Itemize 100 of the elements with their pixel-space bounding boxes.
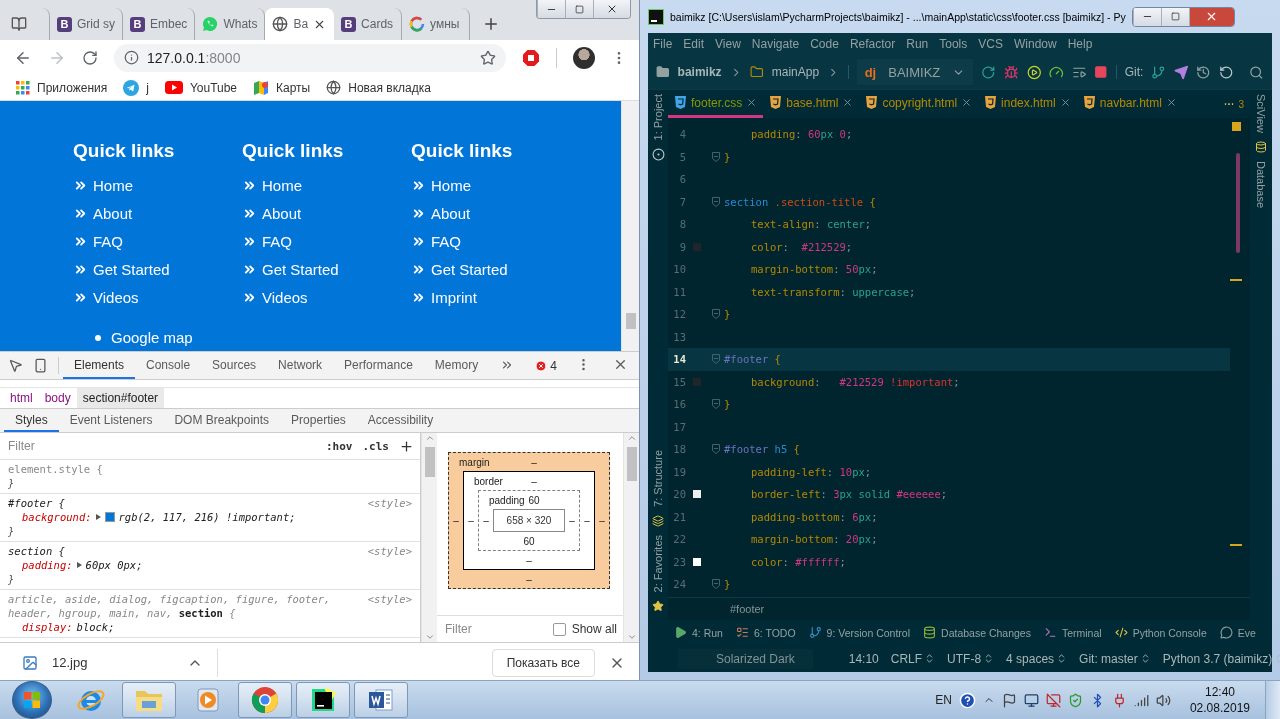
status-item[interactable]: 14:10 (848, 651, 879, 666)
editor-tab[interactable]: index.html (978, 90, 1077, 118)
tool-window-button[interactable]: Database Changes (923, 626, 1031, 639)
scrollbar-thumb[interactable] (626, 447, 637, 481)
close-icon[interactable] (842, 97, 854, 108)
close-icon[interactable] (613, 357, 628, 372)
panel-tab[interactable]: Event Listeners (58, 409, 164, 432)
octagon-icon[interactable] (522, 48, 540, 67)
help-icon[interactable] (958, 691, 976, 709)
menu-item[interactable]: Tools (939, 37, 968, 51)
rule-source[interactable]: <style> (367, 544, 412, 558)
footer-link[interactable]: Get Started (262, 260, 339, 278)
fold-icon[interactable] (712, 444, 720, 455)
maximize-button[interactable] (1160, 7, 1189, 26)
flag-icon[interactable] (1001, 692, 1017, 708)
tool-window-tab[interactable]: Database (1255, 160, 1267, 209)
panel-tab[interactable]: Properties (280, 409, 357, 432)
inspect-icon[interactable] (8, 358, 23, 373)
menu-item[interactable]: Refactor (849, 37, 896, 51)
arrow-down-icon[interactable] (626, 632, 637, 642)
footer-link[interactable]: Google map (111, 329, 193, 346)
add-rule-icon[interactable] (399, 438, 414, 454)
chrome-icon[interactable] (250, 685, 280, 715)
tool-window-tab[interactable]: SciView (1255, 94, 1267, 133)
scrollbar[interactable] (621, 101, 639, 351)
book-icon[interactable] (11, 16, 27, 32)
status-item[interactable]: Git: master (1079, 651, 1151, 666)
minimize-button[interactable] (1132, 7, 1161, 26)
clock[interactable]: 12:40 02.08.2019 (1189, 684, 1250, 716)
close-button[interactable] (1188, 7, 1234, 26)
footer-link[interactable]: FAQ (93, 232, 123, 250)
shield-icon[interactable] (1067, 692, 1083, 708)
tool-window-button[interactable]: 6: TODO (735, 626, 796, 639)
refresh-icon[interactable] (981, 64, 996, 80)
footer-link[interactable]: Home (431, 176, 471, 194)
devtools-tab[interactable]: Elements (63, 352, 136, 379)
tool-window-button[interactable]: Python Console (1114, 626, 1207, 639)
cls-toggle[interactable]: .cls (362, 439, 389, 453)
menu-item[interactable]: View (715, 37, 741, 51)
footer-link[interactable]: Imprint (431, 288, 477, 306)
footer-link[interactable]: Videos (93, 288, 139, 306)
scrollbar-thumb[interactable] (424, 447, 435, 477)
fold-icon[interactable] (712, 196, 720, 207)
arrow-up-icon[interactable] (424, 433, 435, 443)
footer-link[interactable]: Home (93, 176, 133, 194)
menu-item[interactable]: Navigate (751, 37, 800, 51)
expand-icon[interactable] (95, 514, 101, 520)
reload-icon[interactable] (82, 49, 98, 66)
stop-icon[interactable] (1094, 65, 1108, 79)
checkbox[interactable] (552, 622, 566, 636)
fold-icon[interactable] (712, 354, 720, 365)
close-icon[interactable] (746, 97, 758, 108)
gauge-icon[interactable] (1049, 64, 1064, 80)
close-icon[interactable] (1059, 97, 1071, 108)
fold-icon[interactable] (712, 309, 720, 320)
scrollbar[interactable] (421, 433, 437, 642)
editor-tab[interactable]: navbar.html (1076, 90, 1183, 118)
bug-icon[interactable] (1003, 64, 1019, 80)
panel-tab[interactable]: Accessibility (356, 409, 445, 432)
address-bar[interactable]: 127.0.0.1:8000 (114, 43, 506, 72)
panel-tab[interactable]: DOM Breakpoints (163, 409, 281, 432)
undo-icon[interactable] (1218, 64, 1234, 80)
browser-tab[interactable]: Ba (265, 8, 335, 40)
panel-tab[interactable]: Styles (4, 409, 59, 432)
arrow-up-icon[interactable] (626, 433, 637, 443)
taskbar-button[interactable] (296, 682, 350, 718)
hov-toggle[interactable]: :hov (326, 439, 353, 453)
run-config-dropdown[interactable]: dj BAIMIKZ (856, 59, 974, 85)
bookmark[interactable]: Приложения (16, 80, 108, 95)
monitor-icon[interactable] (1045, 692, 1061, 708)
scrollbar[interactable] (623, 433, 639, 642)
footer-link[interactable]: Get Started (93, 260, 170, 278)
status-item[interactable]: UTF-8 (947, 651, 995, 666)
close-icon[interactable] (1165, 97, 1177, 108)
show-all-button[interactable]: Показать все (491, 648, 595, 677)
start-button[interactable] (12, 681, 52, 719)
tool-window-tab[interactable]: 2: Favorites (652, 534, 664, 592)
menu-item[interactable]: Run (906, 37, 929, 51)
expand-icon[interactable] (76, 562, 82, 568)
close-icon[interactable] (961, 97, 973, 108)
footer-link[interactable]: FAQ (262, 232, 292, 250)
fold-icon[interactable] (712, 399, 720, 410)
editor-tab[interactable]: copyright.html (859, 90, 979, 118)
tool-window-button[interactable]: Eve (1219, 626, 1256, 639)
tool-window-button[interactable]: 9: Version Control (808, 626, 911, 639)
bookmark[interactable]: j (123, 79, 149, 96)
menu-item[interactable]: Edit (683, 37, 705, 51)
maximize-button[interactable] (565, 0, 593, 18)
bookmark[interactable]: Новая вкладка (326, 80, 431, 95)
editor-tab[interactable]: base.html (763, 90, 860, 118)
footer-link[interactable]: About (431, 204, 471, 222)
footer-link[interactable]: Videos (262, 288, 308, 306)
menu-item[interactable]: Code (810, 37, 839, 51)
breadcrumb-item[interactable]: baimikz (677, 65, 722, 79)
star-icon[interactable] (480, 49, 496, 66)
status-item[interactable]: 4 spaces (1006, 651, 1068, 666)
tool-window-button[interactable]: Terminal (1043, 626, 1102, 639)
menu-item[interactable]: VCS (978, 37, 1003, 51)
play-circle-icon[interactable] (1026, 64, 1042, 80)
footer-link[interactable]: About (262, 204, 302, 222)
